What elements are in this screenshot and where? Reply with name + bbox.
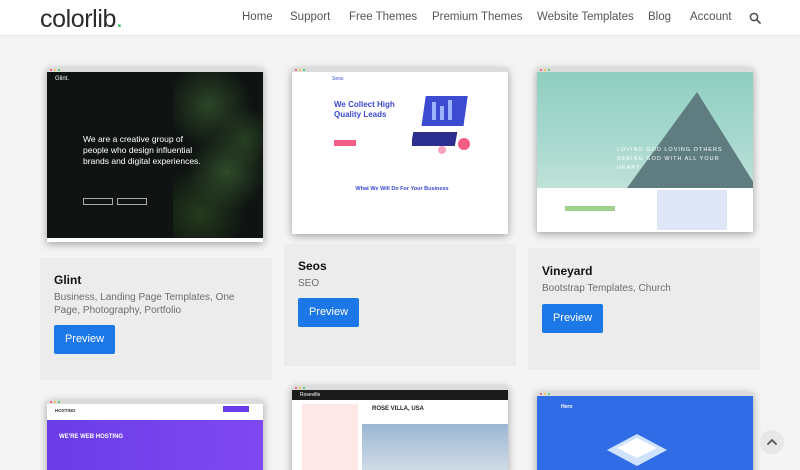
nav-home[interactable]: Home (242, 11, 273, 23)
nav-account[interactable]: Account (690, 11, 732, 23)
thumb-brand: Hero (561, 404, 573, 410)
template-thumbnail-glint[interactable]: Glint. We are a creative group of people… (47, 68, 263, 242)
hero-band (47, 420, 263, 470)
nav-free-themes[interactable]: Free Themes (349, 11, 417, 23)
template-thumbnail-rosevilla[interactable]: Roseville ROSE VILLA, USA (292, 386, 508, 470)
isometric-illustration (607, 434, 667, 466)
template-thumbnail-hosting[interactable]: HOSTING WE'RE WEB HOSTING (47, 400, 263, 470)
thumb-nav (292, 390, 508, 400)
thumb-bar (565, 206, 615, 211)
nav-premium-themes[interactable]: Premium Themes (432, 11, 523, 23)
thumb-headline: We Collect High Quality Leads (334, 100, 395, 119)
main-nav: Home Support Free Themes Premium Themes … (0, 11, 800, 25)
template-thumbnail-hero[interactable]: Hero (537, 392, 753, 470)
thumbnail-screen: Hero (537, 396, 753, 470)
card-tags[interactable]: Bootstrap Templates, Church (542, 282, 671, 295)
illustration (412, 96, 470, 154)
thumbnail-screen: HOSTING WE'RE WEB HOSTING (47, 404, 263, 470)
search-icon[interactable] (749, 11, 761, 24)
scroll-to-top-button[interactable] (760, 430, 784, 454)
card-info-vineyard: Vineyard Bootstrap Templates, Church Pre… (528, 248, 760, 370)
thumb-headline: LOVING GOD LOVING OTHERS SEEING GOD WITH… (617, 147, 723, 171)
thumb-brand: Seos (332, 76, 344, 82)
card-tags[interactable]: Business, Landing Page Templates, One Pa… (54, 291, 254, 317)
thumb-brand: Glint. (55, 76, 70, 82)
chevron-up-icon (767, 438, 777, 445)
thumb-buttons (83, 192, 151, 210)
preview-button[interactable]: Preview (298, 298, 359, 327)
thumb-nav-button (223, 406, 249, 412)
nav-website-templates[interactable]: Website Templates (537, 11, 634, 23)
thumb-button (334, 140, 356, 146)
card-title[interactable]: Seos (298, 259, 327, 273)
card-tags[interactable]: SEO (298, 277, 319, 290)
thumb-image-block (657, 190, 727, 230)
template-thumbnail-vineyard[interactable]: LOVING GOD LOVING OTHERS SEEING GOD WITH… (537, 68, 753, 232)
thumbnail-screen: Glint. We are a creative group of people… (47, 72, 263, 238)
thumb-headline: WE'RE WEB HOSTING (59, 434, 124, 440)
card-title[interactable]: Vineyard (542, 264, 592, 278)
card-title[interactable]: Glint (54, 273, 81, 287)
thumb-headline: ROSE VILLA, USA (372, 406, 425, 412)
mountain-image (627, 92, 753, 188)
nav-blog[interactable]: Blog (648, 11, 671, 23)
preview-button[interactable]: Preview (542, 304, 603, 333)
thumb-subheading: What We Will Do For Your Business (355, 186, 449, 192)
thumb-booking-card (302, 404, 358, 470)
thumbnail-screen: Roseville ROSE VILLA, USA (292, 390, 508, 470)
thumb-headline: We are a creative group of people who de… (83, 134, 201, 166)
thumbnail-screen: Seos We Collect High Quality Leads What … (292, 72, 508, 234)
thumb-brand: Roseville (300, 392, 321, 398)
thumbnail-screen: LOVING GOD LOVING OTHERS SEEING GOD WITH… (537, 72, 753, 232)
thumb-brand: HOSTING (55, 408, 76, 413)
card-info-glint: Glint Business, Landing Page Templates, … (40, 258, 272, 380)
card-info-seos: Seos SEO Preview (284, 244, 516, 366)
site-header: colorlib. Home Support Free Themes Premi… (0, 0, 800, 36)
nav-support[interactable]: Support (290, 11, 330, 23)
sky-image (362, 424, 508, 470)
preview-button[interactable]: Preview (54, 325, 115, 354)
template-thumbnail-seos[interactable]: Seos We Collect High Quality Leads What … (292, 68, 508, 234)
